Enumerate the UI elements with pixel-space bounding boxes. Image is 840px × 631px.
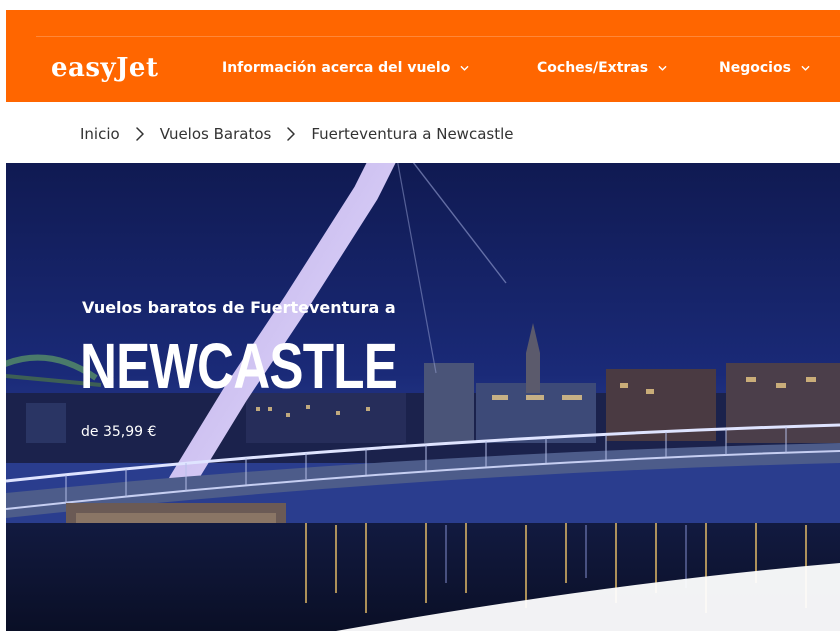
- top-navigation-bar: easyJet Información acerca del vuelo Coc…: [6, 10, 840, 102]
- nav-flight-info[interactable]: Información acerca del vuelo: [222, 58, 469, 78]
- breadcrumb-home-link[interactable]: Inicio: [80, 125, 120, 143]
- nav-cars-extras-label: Coches/Extras: [537, 60, 649, 76]
- nav-cars-extras[interactable]: Coches/Extras: [537, 58, 667, 78]
- breadcrumb: Inicio Vuelos Baratos Fuerteventura a Ne…: [80, 121, 513, 147]
- chevron-right-icon: [135, 127, 144, 141]
- chevron-down-icon: [460, 65, 469, 71]
- hero-banner: Vuelos baratos de Fuerteventura a NEWCAS…: [6, 163, 840, 631]
- easyjet-logo[interactable]: easyJet: [51, 51, 159, 85]
- chevron-right-icon: [287, 127, 296, 141]
- nav-flight-info-label: Información acerca del vuelo: [222, 60, 451, 76]
- hero-price: de 35,99 €: [81, 424, 157, 440]
- breadcrumb-current-page: Fuerteventura a Newcastle: [311, 125, 514, 143]
- nav-business-label: Negocios: [719, 60, 791, 76]
- breadcrumb-cheap-flights-link[interactable]: Vuelos Baratos: [160, 125, 272, 143]
- hero-subtitle: Vuelos baratos de Fuerteventura a: [82, 298, 396, 317]
- chevron-down-icon: [658, 65, 667, 71]
- navbar-divider: [36, 36, 840, 37]
- hero-destination-title: NEWCASTLE: [80, 330, 398, 402]
- nav-business[interactable]: Negocios: [719, 58, 810, 78]
- chevron-down-icon: [801, 65, 810, 71]
